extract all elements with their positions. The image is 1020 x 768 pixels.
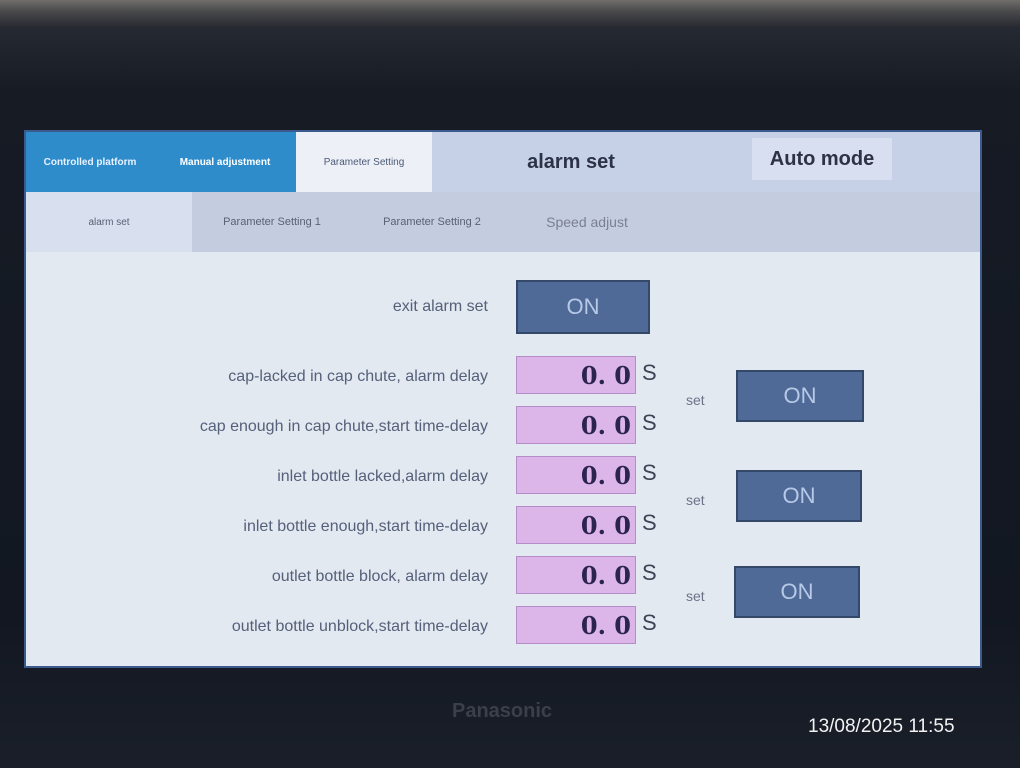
row-label: inlet bottle enough,start time-delay <box>243 518 488 535</box>
cap-enough-delay-field[interactable]: 0. 0 <box>516 406 636 444</box>
outlet-block-delay-field[interactable]: 0. 0 <box>516 556 636 594</box>
exit-alarm-on-button[interactable]: ON <box>516 280 650 334</box>
set-label: set <box>686 588 705 604</box>
page-title: alarm set <box>527 150 615 173</box>
outlet-unblock-delay-field[interactable]: 0. 0 <box>516 606 636 644</box>
subtab-alarm-set[interactable]: alarm set <box>26 192 192 252</box>
unit-label: S <box>642 610 657 635</box>
set-label: set <box>686 392 705 408</box>
panasonic-logo: Panasonic <box>452 700 553 722</box>
subtab-parameter-setting-2[interactable]: Parameter Setting 2 <box>352 192 512 252</box>
row-label: cap-lacked in cap chute, alarm delay <box>228 368 488 385</box>
row-label: outlet bottle block, alarm delay <box>271 568 488 585</box>
unit-label: S <box>642 460 657 485</box>
subtab-parameter-setting-1[interactable]: Parameter Setting 1 <box>192 192 352 252</box>
alarm-settings-panel: exit alarm set ON cap-lacked in cap chut… <box>26 252 980 666</box>
inlet-enough-delay-field[interactable]: 0. 0 <box>516 506 636 544</box>
tab-controlled-platform[interactable]: Controlled platform <box>26 132 154 192</box>
unit-label: S <box>642 560 657 585</box>
inlet-lacked-delay-field[interactable]: 0. 0 <box>516 456 636 494</box>
photo-timestamp: 13/08/2025 11:55 <box>808 716 955 737</box>
subtab-speed-adjust[interactable]: Speed adjust <box>512 192 662 252</box>
tab-parameter-setting[interactable]: Parameter Setting <box>296 132 432 192</box>
inlet-alarm-set-on-button[interactable]: ON <box>736 470 862 522</box>
row-label: outlet bottle unblock,start time-delay <box>231 618 488 635</box>
row-label: cap enough in cap chute,start time-delay <box>199 418 488 435</box>
unit-label: S <box>642 360 657 385</box>
exit-alarm-label: exit alarm set <box>392 298 488 315</box>
hmi-screen: Controlled platform Manual adjustment Pa… <box>24 130 982 668</box>
tab-manual-adjustment[interactable]: Manual adjustment <box>154 132 296 192</box>
row-label: inlet bottle lacked,alarm delay <box>277 468 488 485</box>
outlet-alarm-set-on-button[interactable]: ON <box>734 566 860 618</box>
bezel-top-edge <box>0 0 1020 28</box>
set-label: set <box>686 492 705 508</box>
cap-alarm-set-on-button[interactable]: ON <box>736 370 864 422</box>
mode-indicator[interactable]: Auto mode <box>752 138 892 180</box>
cap-lacked-delay-field[interactable]: 0. 0 <box>516 356 636 394</box>
unit-label: S <box>642 510 657 535</box>
unit-label: S <box>642 410 657 435</box>
